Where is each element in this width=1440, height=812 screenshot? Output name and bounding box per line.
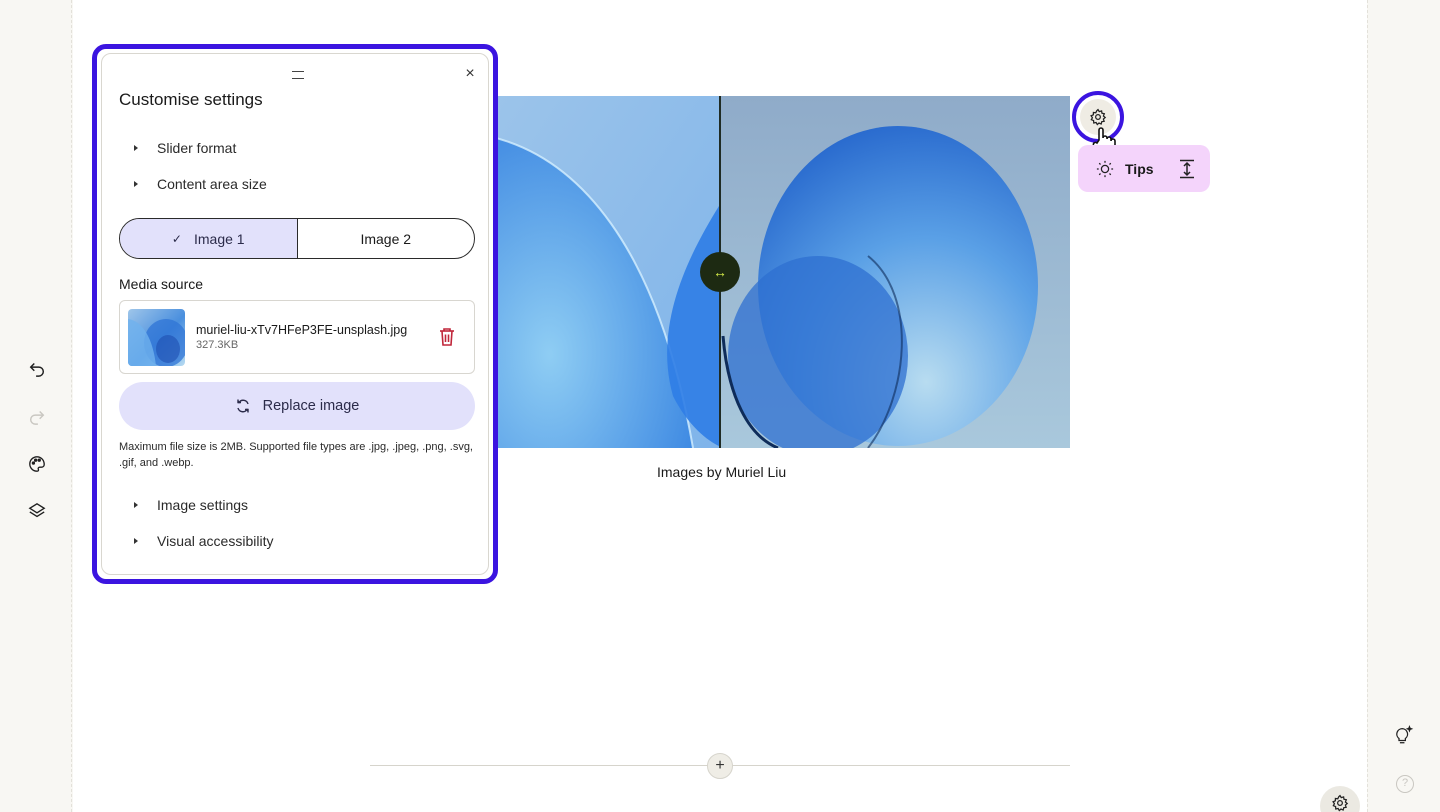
media-source-label: Media source xyxy=(119,276,204,292)
caret-right-icon xyxy=(134,145,138,151)
tips-label[interactable]: Tips xyxy=(1125,161,1154,177)
accordion-label: Visual accessibility xyxy=(157,533,274,549)
vertical-resize-icon[interactable] xyxy=(1178,159,1196,179)
image-thumbnail xyxy=(128,309,185,366)
refresh-icon xyxy=(236,399,249,413)
caret-right-icon xyxy=(134,502,138,508)
add-section-button[interactable]: + xyxy=(707,753,733,779)
customise-settings-panel: × Customise settings Slider format Conte… xyxy=(101,53,489,575)
tab-label: Image 2 xyxy=(360,230,412,247)
image-tabs: ✓ Image 1 Image 2 xyxy=(119,218,475,259)
accordion-label: Slider format xyxy=(157,140,237,156)
tips-toolbar: Tips xyxy=(1078,145,1210,192)
drag-handle-icon[interactable] xyxy=(292,71,304,79)
right-rail xyxy=(1367,0,1440,812)
trash-icon[interactable] xyxy=(438,327,456,347)
close-icon[interactable]: × xyxy=(462,66,478,82)
help-icon[interactable]: ? xyxy=(1396,775,1414,793)
redo-icon[interactable] xyxy=(24,403,50,429)
file-requirements-text: Maximum file size is 2MB. Supported file… xyxy=(119,441,473,469)
replace-image-label: Replace image xyxy=(262,398,360,414)
comparison-image[interactable] xyxy=(488,96,1070,448)
tab-label: Image 1 xyxy=(193,230,245,247)
undo-icon[interactable] xyxy=(24,355,50,381)
ai-bulb-icon[interactable] xyxy=(1391,722,1417,748)
tab-image-1[interactable]: ✓ Image 1 xyxy=(120,219,298,258)
file-name: muriel-liu-xTv7HFeP3FE-unsplash.jpg xyxy=(196,323,408,337)
accordion-image-settings[interactable]: Image settings xyxy=(134,497,248,513)
panel-title: Customise settings xyxy=(119,90,263,109)
accordion-label: Image settings xyxy=(157,497,249,513)
accordion-label: Content area size xyxy=(157,176,267,192)
accordion-slider-format[interactable]: Slider format xyxy=(134,140,236,156)
file-size: 327.3KB xyxy=(196,339,239,351)
replace-image-button[interactable]: Replace image xyxy=(119,382,475,430)
bulb-icon[interactable] xyxy=(1096,160,1114,178)
comparison-slider-handle[interactable]: ↔ xyxy=(700,252,740,292)
media-file-card: muriel-liu-xTv7HFeP3FE-unsplash.jpg 327.… xyxy=(119,300,475,374)
caret-right-icon xyxy=(134,538,138,544)
accordion-visual-accessibility[interactable]: Visual accessibility xyxy=(134,533,273,549)
check-icon: ✓ xyxy=(171,231,182,246)
layers-icon[interactable] xyxy=(24,498,50,524)
accordion-content-area-size[interactable]: Content area size xyxy=(134,176,267,192)
image-caption: Images by Muriel Liu xyxy=(657,464,787,480)
palette-icon[interactable] xyxy=(24,451,50,477)
caret-right-icon xyxy=(134,181,138,187)
tab-image-2[interactable]: Image 2 xyxy=(298,219,475,258)
